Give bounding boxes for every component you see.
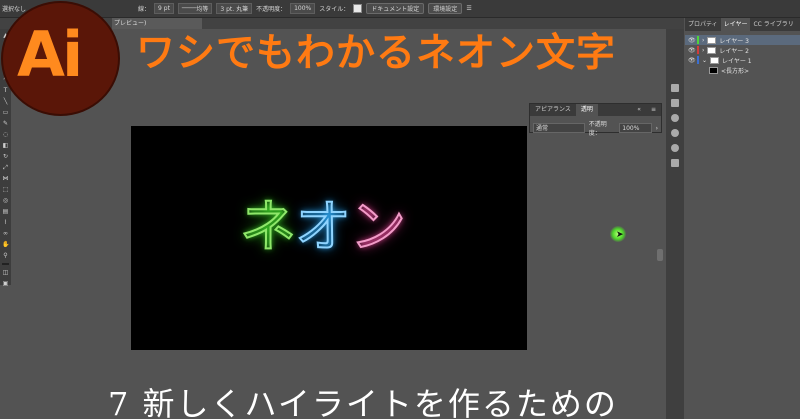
expand-chevron-icon[interactable]: › [702, 37, 704, 44]
tab-transparency[interactable]: 透明 [575, 104, 598, 116]
selection-status: 選択なし [2, 6, 27, 13]
blend-mode-dropdown[interactable]: 通常 [533, 123, 585, 133]
layer-name[interactable]: レイヤー 2 [719, 46, 749, 55]
zoom-tool-icon[interactable]: ⚲ [2, 252, 9, 259]
neon-char-n: ン [349, 195, 407, 260]
layer-thumbnail [707, 36, 717, 44]
layer-row[interactable]: 👁 ⌄ レイヤー 1 [685, 55, 800, 65]
eyedropper-tool-icon[interactable]: ⌇ [2, 219, 9, 226]
rectangle-tool-icon[interactable]: ▭ [2, 109, 9, 116]
tab-layers[interactable]: レイヤー [720, 18, 751, 31]
layer-thumbnail [709, 66, 718, 74]
layer-name[interactable]: レイヤー 3 [719, 36, 749, 45]
transparency-panel-tabs: アピアランス 透明 « ≡ [530, 104, 661, 116]
width-tool-icon[interactable]: ⋈ [2, 175, 9, 182]
free-transform-tool-icon[interactable]: ⬚ [2, 186, 9, 193]
stroke-profile-label: 均等 [196, 6, 209, 13]
neon-char-ne: ネ [239, 195, 297, 260]
mouse-cursor-icon: ➤ [616, 230, 624, 240]
layer-name[interactable]: レイヤー 1 [722, 56, 752, 65]
page-title: ワシでもわかるネオン文字 [136, 31, 617, 76]
neon-char-o: オ [294, 195, 352, 260]
opacity-chevron-icon[interactable]: › [656, 125, 658, 132]
transparency-panel: アピアランス 透明 « ≡ 通常 不透明度： 100% › [529, 103, 662, 137]
brush-dropdown[interactable]: 3 pt. 丸筆 [216, 3, 253, 14]
document-settings-button[interactable]: ドキュメント設定 [366, 3, 425, 14]
blend-tool-icon[interactable]: ∞ [2, 230, 9, 237]
style-swatch[interactable] [353, 4, 363, 13]
stroke-size-field[interactable]: 9 pt [154, 3, 174, 14]
eraser-tool-icon[interactable]: ◧ [2, 142, 9, 149]
shape-builder-tool-icon[interactable]: ◎ [2, 197, 9, 204]
layer-row[interactable]: 👁 › レイヤー 3 [685, 35, 800, 45]
tab-properties[interactable]: プロパティ [685, 18, 721, 31]
panel-menu-icon[interactable]: ≡ [646, 104, 661, 116]
symbols-panel-icon[interactable] [671, 129, 679, 137]
transparency-panel-icon[interactable] [671, 159, 679, 167]
control-bar: 選択なし 線： 9 pt ──── 均等 3 pt. 丸筆 不透明度： 100%… [0, 0, 800, 18]
layer-name[interactable]: <長方形> [721, 66, 749, 75]
screen-mode-icon[interactable]: ▣ [2, 280, 9, 287]
visibility-eye-icon[interactable]: 👁 [688, 37, 696, 44]
appearance-panel-icon[interactable] [671, 144, 679, 152]
layer-color-bar [697, 46, 699, 54]
opacity-label: 不透明度： [256, 6, 287, 13]
neon-text: ネ オ ン [239, 195, 407, 260]
expand-chevron-icon[interactable]: ⌄ [702, 57, 707, 64]
section-heading: 7 新しくハイライトを作るための [108, 385, 618, 419]
panel-icon-strip [666, 29, 684, 419]
illustrator-logo: Ai [1, 1, 120, 116]
brushes-panel-icon[interactable] [671, 114, 679, 122]
expand-chevron-icon[interactable]: › [702, 47, 704, 54]
panel-collapse-icon[interactable]: « [632, 104, 646, 116]
canvas-scrollbar[interactable] [657, 249, 663, 261]
panel-opacity-field[interactable]: 100% [619, 123, 652, 133]
opacity-field[interactable]: 100% [290, 3, 316, 14]
layers-panel-tabs: プロパティ レイヤー CC ライブラリ [685, 18, 800, 31]
align-icon[interactable]: ☰ [466, 5, 471, 12]
layer-thumbnail [707, 46, 717, 54]
preferences-button[interactable]: 環境設定 [428, 3, 463, 14]
line-tool-icon[interactable]: ╲ [2, 98, 9, 105]
layer-row[interactable]: <長方形> [685, 65, 800, 75]
fill-color-swatch[interactable] [2, 263, 9, 265]
layers-panel: プロパティ レイヤー CC ライブラリ 👁 › レイヤー 3 👁 › レイヤー … [685, 18, 800, 419]
layer-row[interactable]: 👁 › レイヤー 2 [685, 45, 800, 55]
layer-thumbnail [710, 56, 720, 64]
document-tab[interactable]: プレビュー) [112, 18, 202, 29]
stroke-label: 線： [138, 6, 151, 13]
panel-opacity-label: 不透明度： [588, 121, 607, 137]
hand-tool-icon[interactable]: ✋ [2, 241, 9, 248]
color-panel-icon[interactable] [671, 84, 679, 92]
type-tool-icon[interactable]: T [2, 87, 9, 94]
stroke-profile-dropdown[interactable]: ──── 均等 [177, 3, 213, 14]
shaper-tool-icon[interactable]: ◌ [2, 131, 9, 138]
layer-color-bar [697, 56, 699, 64]
rotate-tool-icon[interactable]: ↻ [2, 153, 9, 160]
swatches-panel-icon[interactable] [671, 99, 679, 107]
logo-text: Ai [17, 18, 83, 91]
gradient-tool-icon[interactable]: ▤ [2, 208, 9, 215]
drawing-mode-icon[interactable]: ◫ [2, 269, 9, 276]
visibility-eye-icon[interactable]: 👁 [688, 47, 696, 54]
style-label: スタイル： [319, 6, 350, 13]
tab-cc-libraries[interactable]: CC ライブラリ [750, 18, 796, 31]
scale-tool-icon[interactable]: ⤢ [2, 164, 9, 171]
visibility-eye-icon[interactable]: 👁 [688, 57, 696, 64]
tab-appearance[interactable]: アピアランス [530, 104, 576, 116]
artboard[interactable]: ネ オ ン [131, 126, 527, 350]
layer-color-bar [697, 36, 699, 44]
paintbrush-tool-icon[interactable]: ✎ [2, 120, 9, 127]
